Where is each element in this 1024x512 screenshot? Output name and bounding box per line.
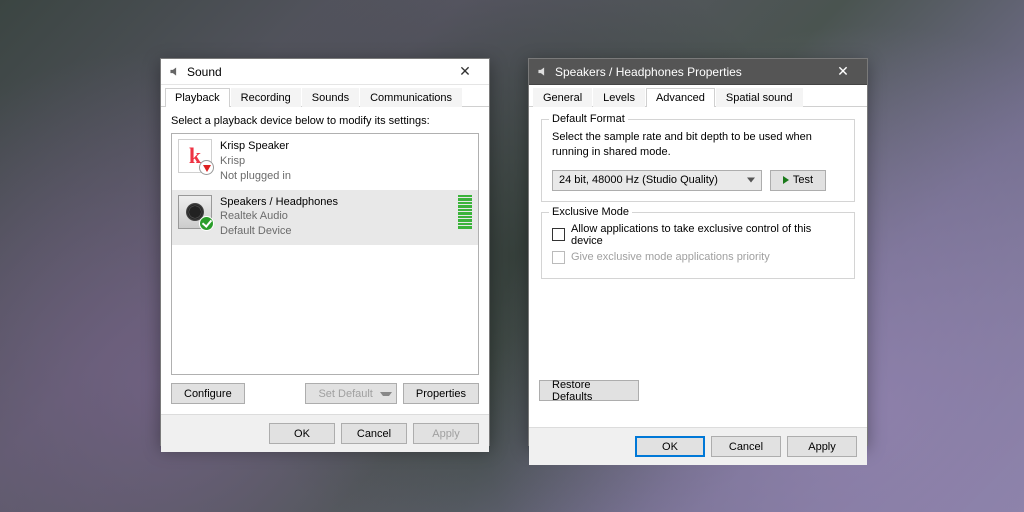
instruction-text: Select a playback device below to modify… [171, 115, 479, 127]
tab-spatial[interactable]: Spatial sound [716, 88, 803, 107]
sound-icon [167, 65, 181, 79]
window-title: Speakers / Headphones Properties [555, 65, 823, 79]
device-speakers[interactable]: Speakers / Headphones Realtek Audio Defa… [172, 190, 478, 246]
ok-button[interactable]: OK [635, 436, 705, 457]
tab-advanced[interactable]: Advanced [646, 88, 715, 107]
tab-communications[interactable]: Communications [360, 88, 462, 107]
device-status: Not plugged in [220, 169, 472, 184]
exclusive-mode-group: Exclusive Mode Allow applications to tak… [541, 212, 855, 279]
default-check-overlay-icon [199, 216, 214, 231]
group-label: Exclusive Mode [549, 206, 632, 218]
set-default-button[interactable]: Set Default [305, 383, 396, 404]
format-value: 24 bit, 48000 Hz (Studio Quality) [559, 174, 718, 186]
unplugged-overlay-icon [199, 160, 214, 175]
tab-recording[interactable]: Recording [231, 88, 301, 107]
cancel-button[interactable]: Cancel [341, 423, 407, 444]
device-list[interactable]: k Krisp Speaker Krisp Not plugged in Spe… [171, 133, 479, 375]
titlebar[interactable]: Speakers / Headphones Properties ✕ [529, 59, 867, 85]
window-title: Sound [187, 65, 445, 79]
close-button[interactable]: ✕ [445, 59, 485, 84]
format-select[interactable]: 24 bit, 48000 Hz (Studio Quality) [552, 170, 762, 191]
checkbox-icon [552, 251, 565, 264]
dialog-buttons: OK Cancel Apply [529, 427, 867, 465]
device-driver: Realtek Audio [220, 209, 446, 224]
speaker-icon [178, 195, 212, 229]
titlebar[interactable]: Sound ✕ [161, 59, 489, 85]
restore-defaults-button[interactable]: Restore Defaults [539, 380, 639, 401]
tab-general[interactable]: General [533, 88, 592, 107]
apply-button[interactable]: Apply [413, 423, 479, 444]
apply-button[interactable]: Apply [787, 436, 857, 457]
sound-dialog: Sound ✕ Playback Recording Sounds Commun… [160, 58, 490, 446]
default-format-group: Default Format Select the sample rate an… [541, 119, 855, 202]
test-button[interactable]: Test [770, 170, 826, 191]
speaker-icon [535, 65, 549, 79]
device-status: Default Device [220, 224, 446, 239]
cancel-button[interactable]: Cancel [711, 436, 781, 457]
close-button[interactable]: ✕ [823, 59, 863, 84]
dialog-buttons: OK Cancel Apply [161, 414, 489, 452]
format-description: Select the sample rate and bit depth to … [552, 130, 844, 160]
group-label: Default Format [549, 113, 628, 125]
device-driver: Krisp [220, 154, 472, 169]
properties-button[interactable]: Properties [403, 383, 479, 404]
tab-playback[interactable]: Playback [165, 88, 230, 107]
tab-bar: General Levels Advanced Spatial sound [529, 85, 867, 107]
tab-levels[interactable]: Levels [593, 88, 645, 107]
checkbox-icon [552, 228, 565, 241]
configure-button[interactable]: Configure [171, 383, 245, 404]
ok-button[interactable]: OK [269, 423, 335, 444]
speaker-properties-dialog: Speakers / Headphones Properties ✕ Gener… [528, 58, 868, 446]
exclusive-priority-checkbox: Give exclusive mode applications priorit… [552, 251, 844, 264]
device-name: Krisp Speaker [220, 139, 472, 154]
level-meter-icon [458, 195, 472, 229]
tab-bar: Playback Recording Sounds Communications [161, 85, 489, 107]
tab-sounds[interactable]: Sounds [302, 88, 359, 107]
exclusive-control-checkbox[interactable]: Allow applications to take exclusive con… [552, 223, 844, 247]
device-name: Speakers / Headphones [220, 195, 446, 210]
play-icon [783, 176, 789, 184]
krisp-icon: k [178, 139, 212, 173]
device-krisp[interactable]: k Krisp Speaker Krisp Not plugged in [172, 134, 478, 190]
